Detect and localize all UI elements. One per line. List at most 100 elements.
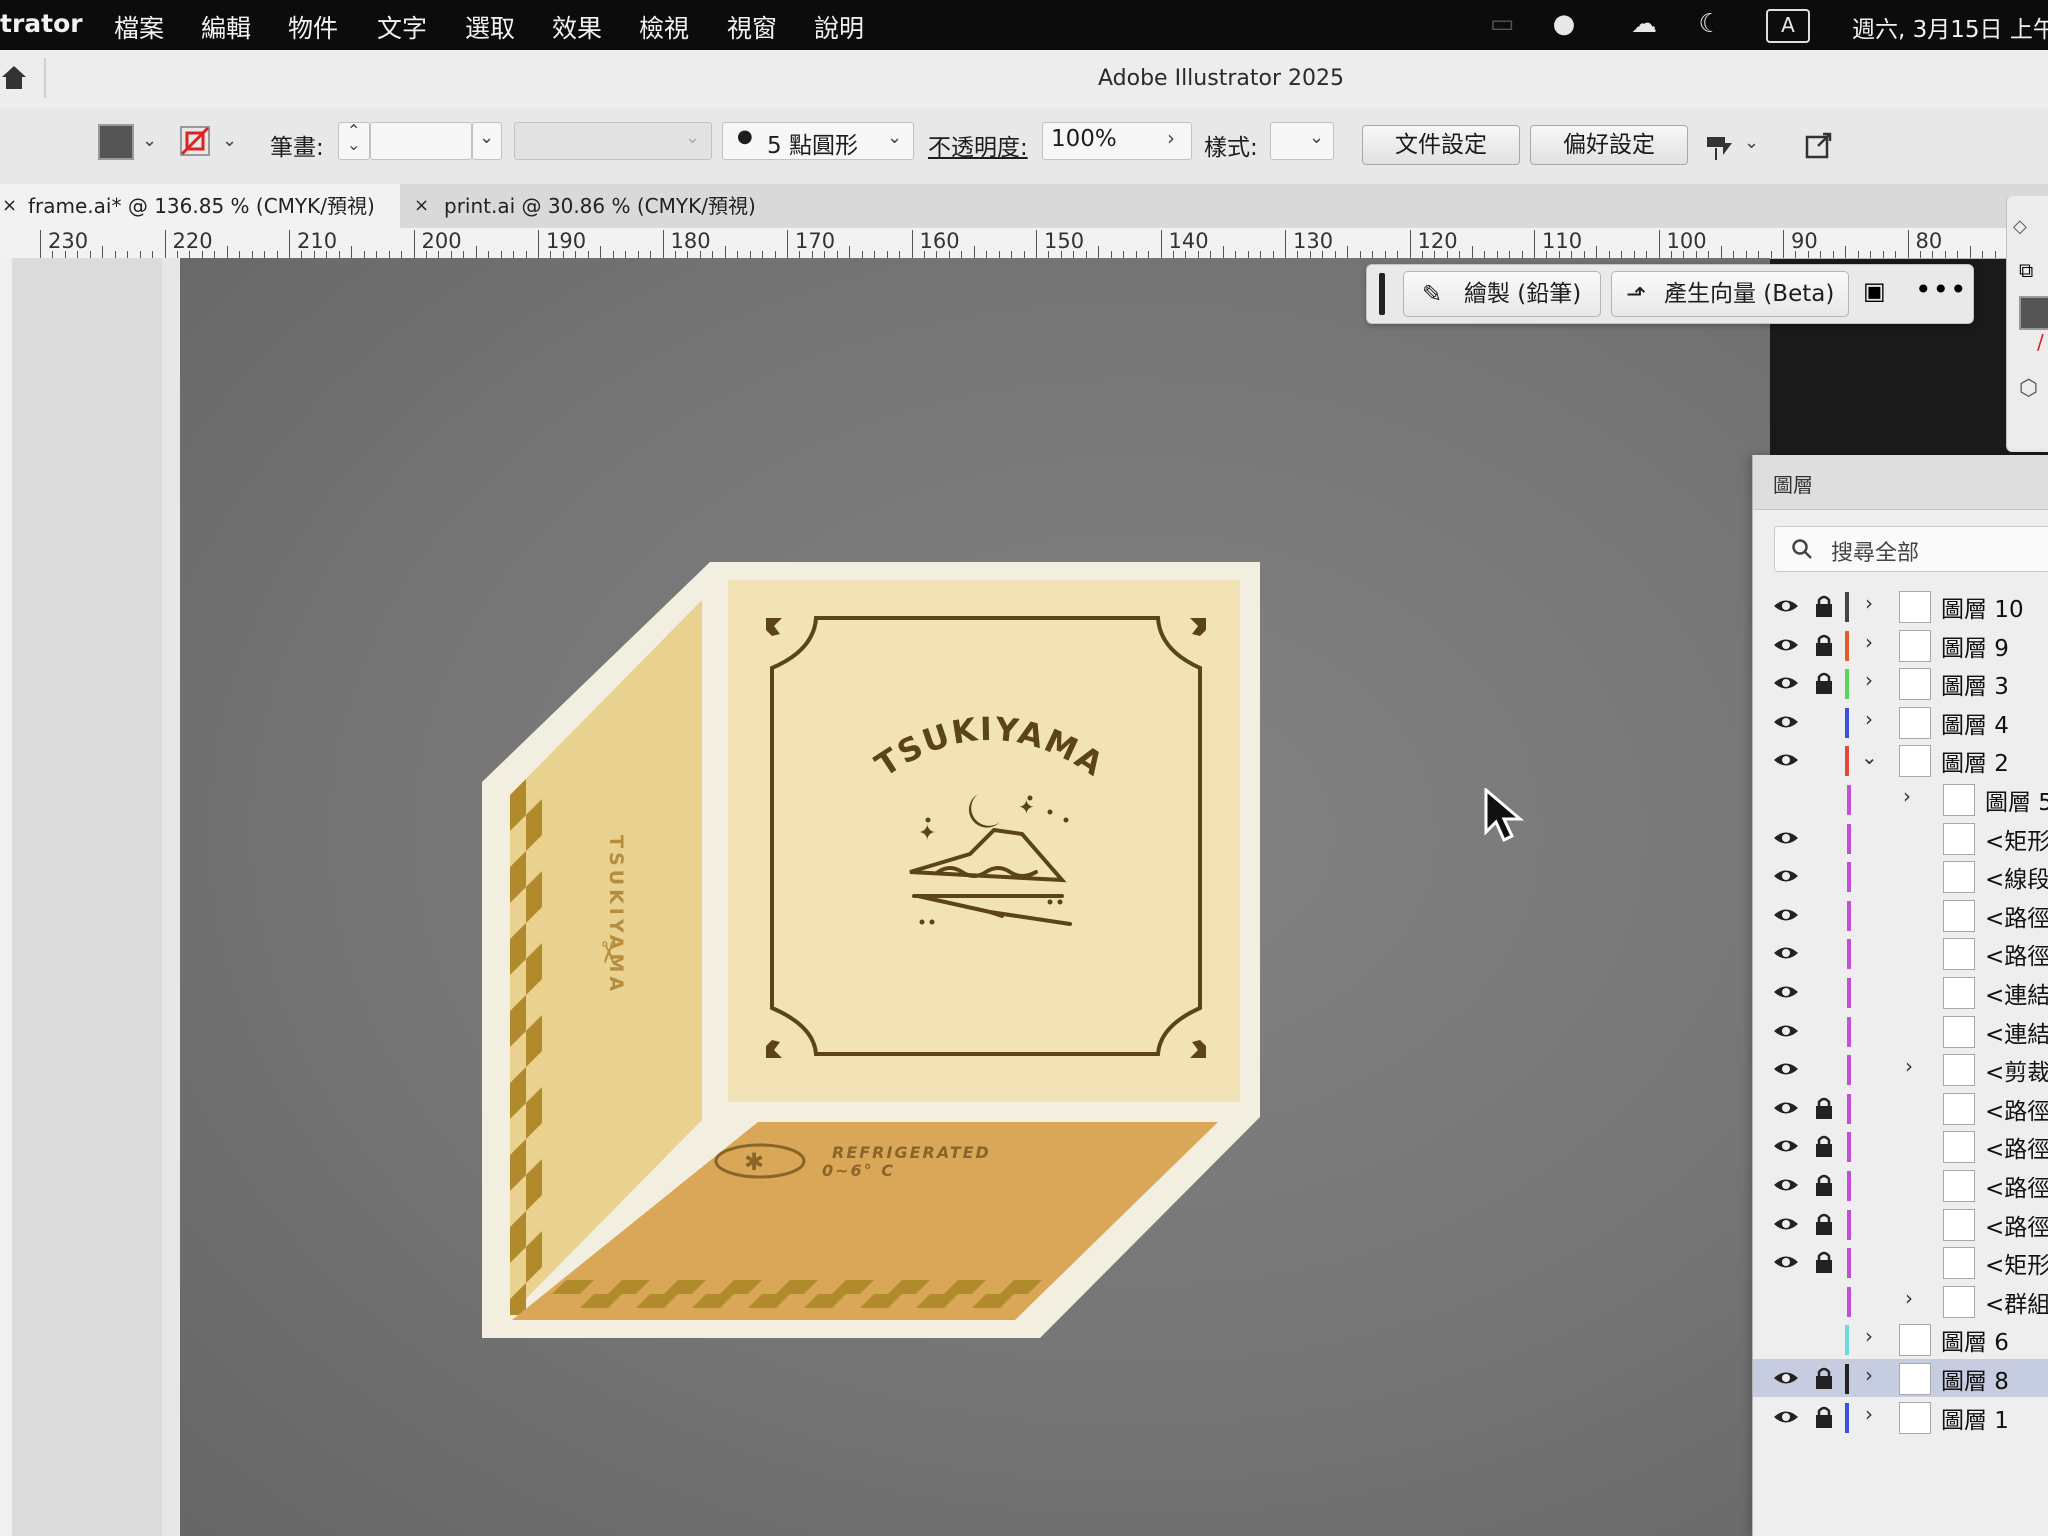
chevron-down-icon[interactable]: ⌄ (222, 130, 237, 151)
lock-icon[interactable] (1813, 1133, 1835, 1159)
app-menu[interactable]: trator (0, 9, 83, 38)
layer-row[interactable]: <路徑 (1753, 1166, 2048, 1204)
layer-row[interactable]: › 圖層 1 (1753, 1398, 2048, 1436)
preferences-button[interactable]: 偏好設定 (1530, 125, 1688, 165)
eye-icon[interactable] (1773, 1133, 1799, 1159)
eye-icon[interactable] (1773, 1018, 1799, 1044)
document-setup-button[interactable]: 文件設定 (1362, 125, 1520, 165)
eye-icon[interactable] (1773, 1211, 1799, 1237)
menubar-clock[interactable]: 週六, 3月15日 上午 (1852, 10, 2048, 44)
lock-icon[interactable] (1813, 1211, 1835, 1237)
chevron-right-icon[interactable]: › (1905, 1286, 1913, 1310)
menu-effect[interactable]: 效果 (552, 9, 602, 45)
layer-row[interactable]: <路徑 (1753, 934, 2048, 972)
share-icon[interactable] (1804, 130, 1834, 160)
eye-icon[interactable] (1773, 825, 1799, 851)
eye-icon[interactable] (1773, 1249, 1799, 1275)
artboards-icon[interactable]: ⧉ (2019, 258, 2033, 282)
layer-row[interactable]: › 圖層 4 (1753, 703, 2048, 741)
draw-pencil-button[interactable]: ✎ 繪製 (鉛筆) (1403, 271, 1601, 317)
menu-object[interactable]: 物件 (288, 9, 338, 45)
eye-icon[interactable] (1773, 670, 1799, 696)
image-settings-icon[interactable]: ▣ (1863, 277, 1886, 305)
eye-icon[interactable] (1773, 863, 1799, 889)
home-icon[interactable] (0, 62, 30, 92)
layer-row[interactable]: › 圖層 9 (1753, 626, 2048, 664)
eye-icon[interactable] (1773, 709, 1799, 735)
eye-icon[interactable] (1773, 1365, 1799, 1391)
close-icon[interactable]: × (2, 184, 17, 228)
moon-icon[interactable]: ☾ (1692, 6, 1728, 42)
lock-icon[interactable] (1813, 593, 1835, 619)
opacity-label[interactable]: 不透明度: (928, 128, 1028, 162)
menu-edit[interactable]: 編輯 (201, 9, 251, 45)
lock-icon[interactable] (1813, 1365, 1835, 1391)
layer-row[interactable]: › <剪裁 (1753, 1050, 2048, 1088)
layer-row[interactable]: <路徑 (1753, 1127, 2048, 1165)
menu-type[interactable]: 文字 (377, 9, 427, 45)
layer-row[interactable]: <路徑 (1753, 1089, 2048, 1127)
layers-panel-header[interactable]: 圖層 (1753, 455, 2048, 510)
layer-row[interactable]: › 圖層 6 (1753, 1320, 2048, 1358)
collapse-icon[interactable]: ◇ (2013, 216, 2027, 237)
3d-icon[interactable]: ⬡ (2019, 376, 2038, 401)
menu-window[interactable]: 視窗 (727, 9, 777, 45)
chevron-right-icon[interactable]: › (1865, 591, 1873, 615)
lock-icon[interactable] (1813, 1404, 1835, 1430)
layer-row[interactable]: ⌄ 圖層 2 (1753, 741, 2048, 779)
layer-row[interactable]: <路徑 (1753, 1205, 2048, 1243)
chevron-right-icon[interactable]: › (1865, 630, 1873, 654)
eye-icon[interactable] (1773, 940, 1799, 966)
menu-help[interactable]: 說明 (814, 9, 864, 45)
menu-file[interactable]: 檔案 (114, 9, 164, 45)
eye-icon[interactable] (1773, 632, 1799, 658)
chevron-down-icon[interactable]: ⌄ (142, 130, 157, 151)
chevron-down-icon[interactable]: ⌄ (1861, 745, 1878, 769)
layer-row[interactable]: <矩形 (1753, 819, 2048, 857)
input-source-icon[interactable]: A (1766, 9, 1810, 43)
layer-row[interactable]: <線段 (1753, 857, 2048, 895)
stroke-stepper[interactable]: ⌃ ⌄ (338, 121, 370, 160)
layer-row[interactable]: › 圖層 10 (1753, 587, 2048, 625)
eye-icon[interactable] (1773, 1095, 1799, 1121)
generate-vectors-button[interactable]: ⬏ 產生向量 (Beta) (1611, 271, 1849, 317)
chevron-right-icon[interactable]: › (1865, 1363, 1873, 1387)
box-artwork[interactable]: TSUKIYAMA ✂ TSUKIYAMA ✦ ✦ ✱ REFRIGERATED… (470, 550, 1270, 1350)
chevron-right-icon[interactable]: › (1865, 668, 1873, 692)
cloud-icon[interactable]: ☁ (1616, 6, 1672, 42)
eye-icon[interactable] (1773, 1404, 1799, 1430)
lock-icon[interactable] (1813, 670, 1835, 696)
chevron-right-icon[interactable]: › (1865, 1402, 1873, 1426)
chevron-right-icon[interactable]: › (1865, 1324, 1873, 1348)
layer-row[interactable]: › 圖層 3 (1753, 664, 2048, 702)
eye-icon[interactable] (1773, 979, 1799, 1005)
none-swatch-icon[interactable]: / (2037, 330, 2044, 354)
layer-row[interactable]: <矩形 (1753, 1243, 2048, 1281)
layer-row[interactable]: › 圖層 8 (1753, 1359, 2048, 1397)
variable-width-dropdown[interactable]: ⌄ (514, 122, 712, 160)
layers-search-input[interactable]: 搜尋全部 (1774, 526, 2048, 572)
layer-row[interactable]: <連結 (1753, 1012, 2048, 1050)
tab-print[interactable]: × print.ai @ 30.86 % (CMYK/預視) (402, 184, 782, 228)
layer-row[interactable]: › 圖層 5 (1753, 780, 2048, 818)
chevron-right-icon[interactable]: › (1865, 707, 1873, 731)
eye-icon[interactable] (1773, 1056, 1799, 1082)
stroke-swatch-icon[interactable] (178, 124, 212, 158)
stroke-weight-dropdown[interactable]: ⌄ (472, 122, 502, 160)
lock-icon[interactable] (1813, 1172, 1835, 1198)
chevron-right-icon[interactable]: › (1903, 784, 1911, 808)
style-dropdown[interactable]: ⌄ (1270, 122, 1334, 160)
drag-handle[interactable] (1379, 273, 1385, 315)
close-icon[interactable]: × (414, 184, 429, 228)
eye-icon[interactable] (1773, 593, 1799, 619)
brush-definition-dropdown[interactable]: ● 5 點圓形 ⌄ (722, 122, 914, 160)
chevron-down-icon[interactable]: ⌄ (1744, 132, 1759, 153)
fill-swatch[interactable] (98, 124, 134, 160)
lock-icon[interactable] (1813, 1095, 1835, 1121)
stroke-weight-input[interactable] (370, 122, 472, 160)
lock-icon[interactable] (1813, 1249, 1835, 1275)
layer-row[interactable]: <路徑 (1753, 896, 2048, 934)
more-options-icon[interactable]: ••• (1915, 273, 1968, 306)
eye-icon[interactable] (1773, 747, 1799, 773)
opacity-input[interactable]: 100% › (1042, 122, 1192, 160)
